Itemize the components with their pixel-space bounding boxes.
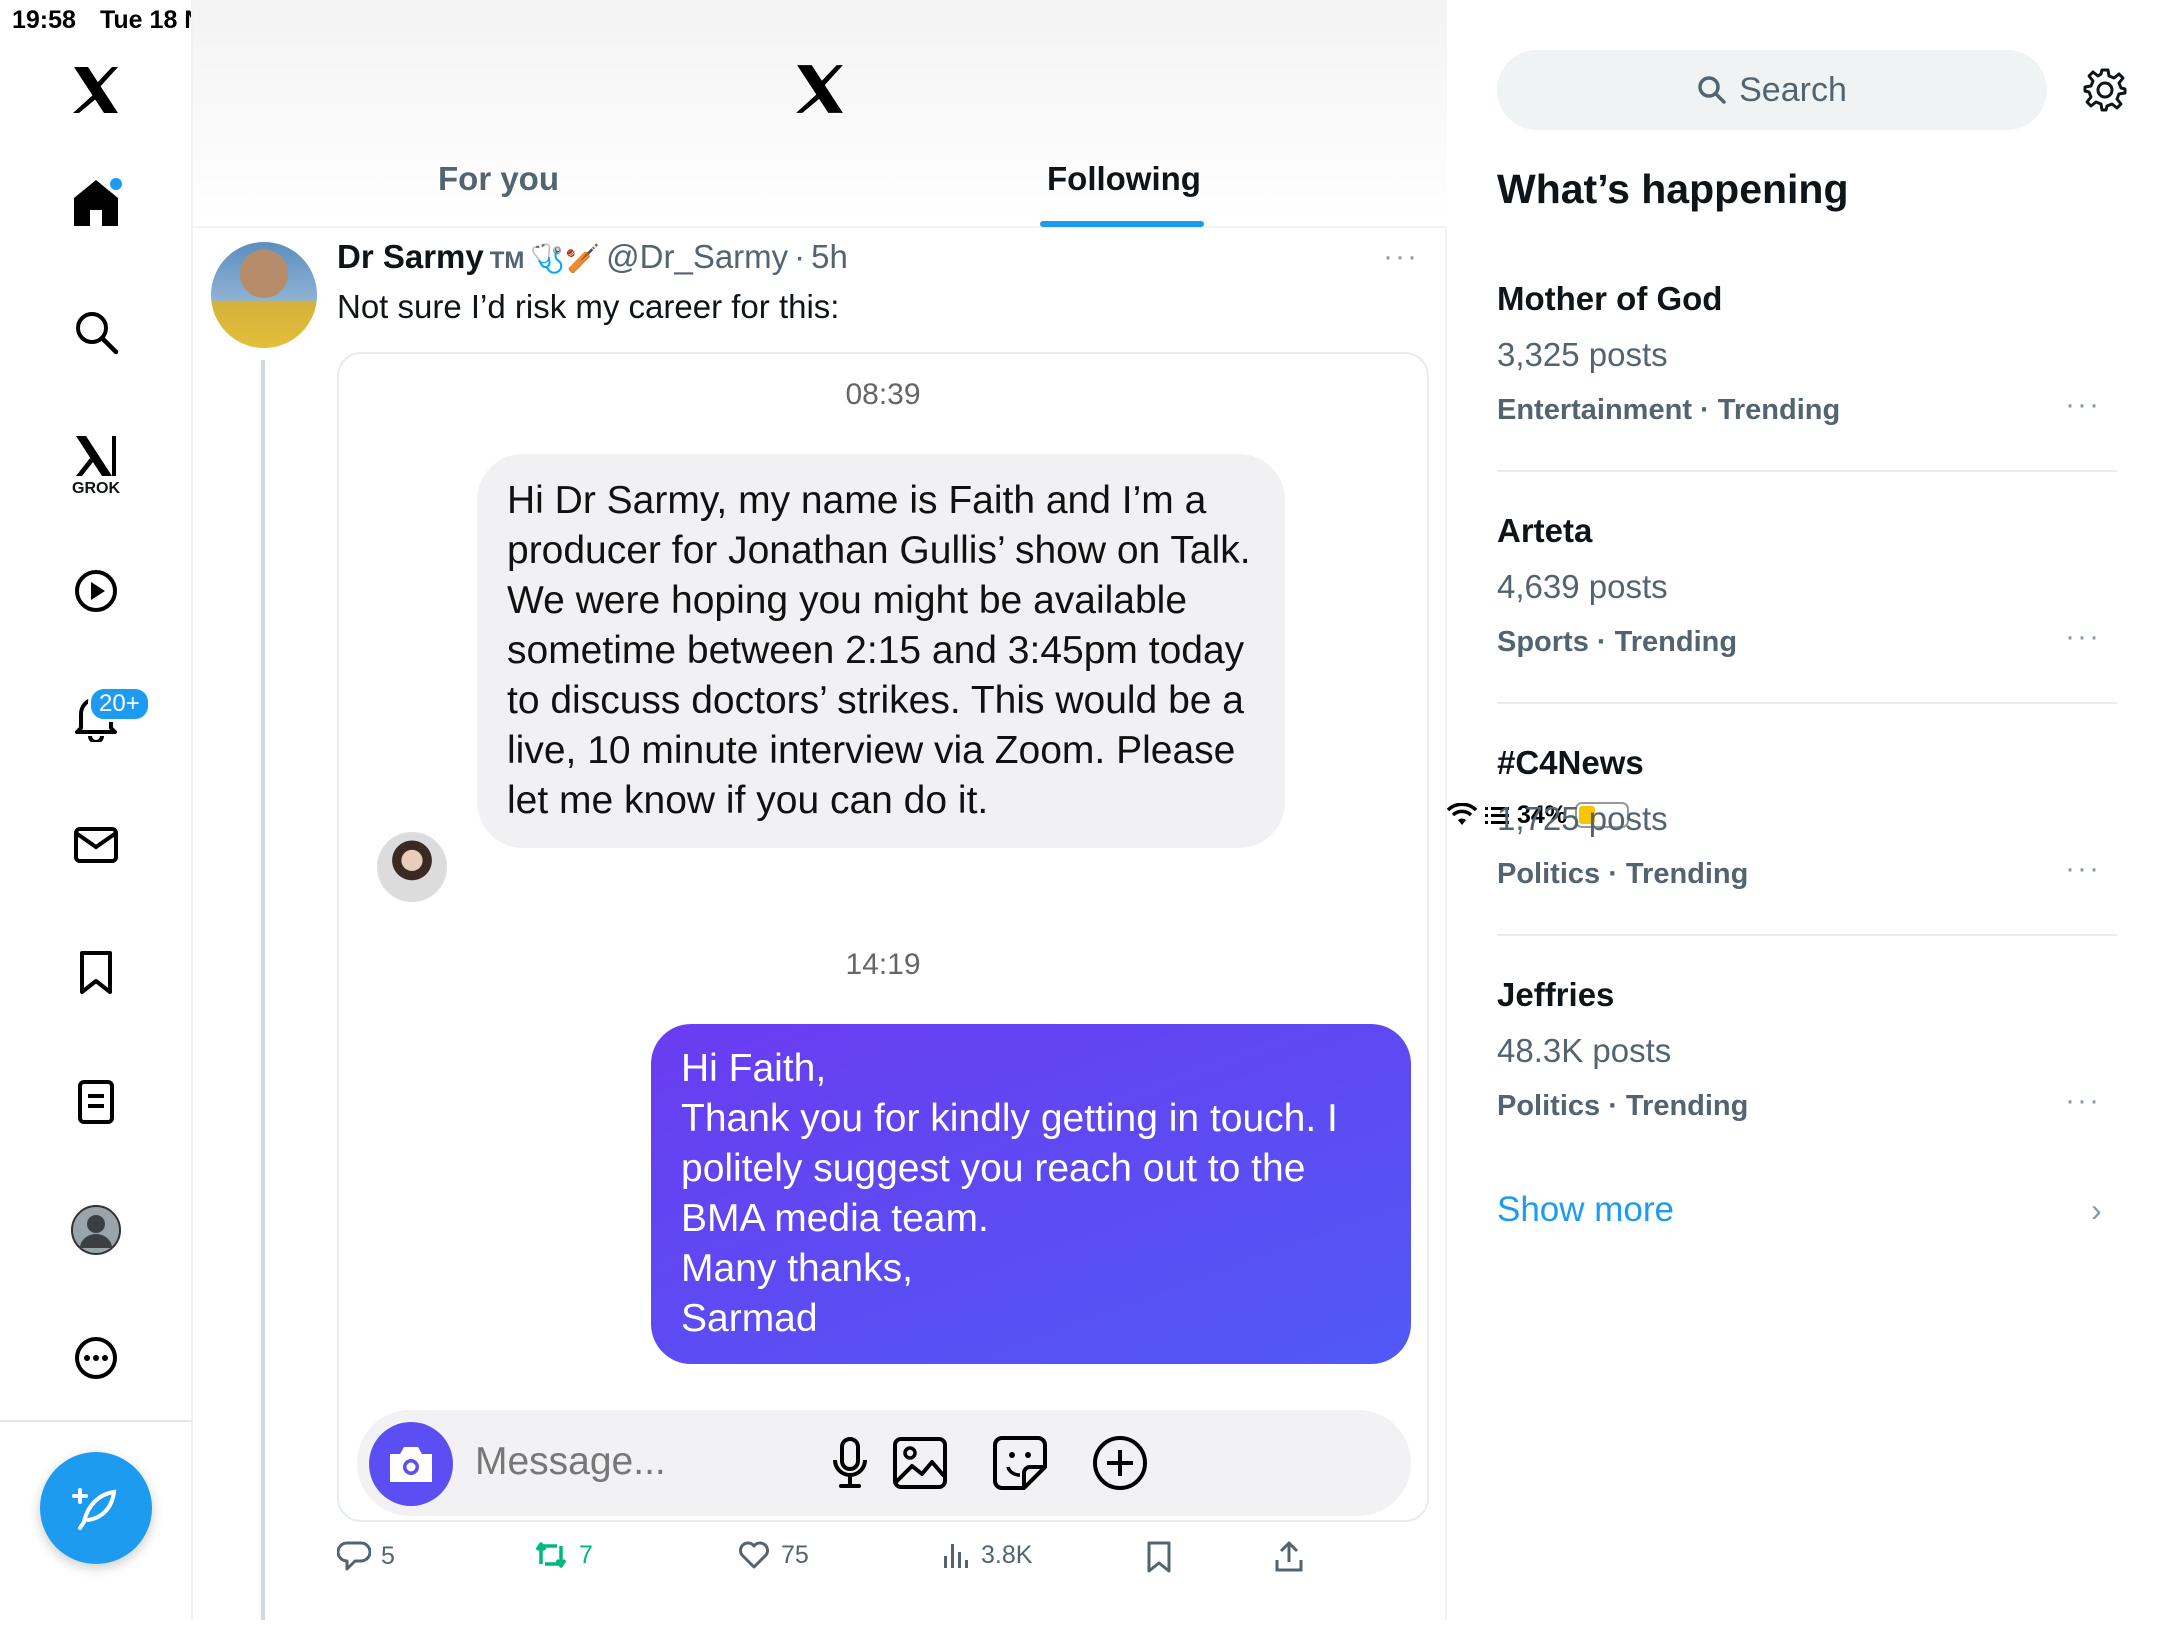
- tab-following[interactable]: Following: [1047, 160, 1201, 198]
- views-chart-icon: [944, 1544, 968, 1568]
- whats-happening-title: What’s happening: [1497, 166, 1849, 212]
- trend-more-button[interactable]: ···: [2065, 620, 2101, 654]
- outgoing-line: Thank you for kindly getting in touch. I…: [681, 1097, 1338, 1240]
- trend-item[interactable]: Mother of God 3,325 posts Entertainment …: [1497, 280, 2117, 512]
- trend-more-button[interactable]: ···: [2065, 388, 2101, 422]
- search-input[interactable]: Search: [1497, 50, 2047, 130]
- search-icon: [1698, 76, 1726, 104]
- messages-mail-icon[interactable]: [66, 815, 126, 875]
- grok-icon[interactable]: GROK: [66, 428, 126, 504]
- like-count: 75: [781, 1540, 809, 1569]
- trend-category: Politics · Trending: [1497, 1090, 1749, 1122]
- thread-line: [261, 360, 265, 1620]
- reply-button[interactable]: 5: [337, 1540, 395, 1572]
- trend-name: #C4News: [1497, 744, 1644, 781]
- trend-name: Mother of God: [1497, 280, 1723, 317]
- author-name[interactable]: Dr Sarmy: [337, 238, 484, 276]
- profile-avatar-icon[interactable]: [66, 1200, 126, 1260]
- microphone-icon: [819, 1432, 881, 1494]
- trend-name: Arteta: [1497, 512, 1593, 549]
- bookmark-button[interactable]: [1145, 1540, 1173, 1574]
- sticker-icon: [989, 1432, 1051, 1494]
- bookmarks-icon[interactable]: [66, 943, 126, 1003]
- meta-separator: ·: [794, 238, 806, 275]
- outgoing-line: Hi Faith,: [681, 1047, 827, 1090]
- bookmark-icon: [1147, 1541, 1171, 1573]
- grok-label: GROK: [72, 480, 120, 497]
- author-avatar[interactable]: [211, 242, 317, 348]
- camera-icon: [390, 1447, 432, 1482]
- author-handle[interactable]: @Dr_Sarmy: [606, 238, 788, 276]
- share-button[interactable]: [1273, 1540, 1305, 1574]
- notifications-badge: 20+: [88, 686, 151, 722]
- show-more-link[interactable]: Show more: [1497, 1190, 1674, 1230]
- gallery-image-icon: [889, 1432, 951, 1494]
- trend-more-button[interactable]: ···: [2065, 1084, 2101, 1118]
- author-tm: TM: [489, 247, 525, 274]
- x-logo-icon[interactable]: [66, 60, 126, 120]
- tweet-actions: 5 7 75 3.8K: [337, 1540, 1437, 1584]
- plus-circle-icon: [1089, 1432, 1151, 1494]
- trend-divider: [1497, 470, 2117, 472]
- trend-name: Jeffries: [1497, 976, 1615, 1013]
- trend-posts: 3,325 posts: [1497, 336, 1668, 373]
- outgoing-line: Sarmad: [681, 1297, 818, 1340]
- left-nav: GROK 20+: [0, 0, 193, 1620]
- tweet-age[interactable]: 5h: [811, 238, 848, 276]
- message-input-placeholder: Message...: [475, 1440, 666, 1483]
- tab-for-you[interactable]: For you: [438, 160, 559, 198]
- nav-divider: [0, 1420, 193, 1422]
- trend-more-button[interactable]: ···: [2065, 852, 2101, 886]
- video-play-icon[interactable]: [66, 561, 126, 621]
- home-icon[interactable]: [66, 172, 126, 232]
- camera-button: [369, 1422, 453, 1506]
- tweet-text: Not sure I’d risk my career for this:: [337, 288, 840, 325]
- tweet-image-chat-screenshot[interactable]: 08:39 Hi Dr Sarmy, my name is Faith and …: [337, 352, 1429, 1522]
- compose-post-button[interactable]: [40, 1452, 152, 1564]
- search-placeholder: Search: [1739, 70, 1847, 109]
- timeline-header: For you Following: [193, 0, 1447, 228]
- trend-category: Sports · Trending: [1497, 626, 1738, 658]
- outgoing-message-bubble: Hi Faith, Thank you for kindly getting i…: [651, 1024, 1411, 1364]
- repost-icon: [535, 1542, 567, 1568]
- author-emojis: 🩺🏏: [530, 243, 601, 274]
- trend-posts: 1,725 posts: [1497, 800, 1668, 837]
- settings-gear-icon[interactable]: [2077, 62, 2133, 118]
- incoming-message-bubble: Hi Dr Sarmy, my name is Faith and I’m a …: [477, 454, 1285, 848]
- chevron-right-icon[interactable]: ›: [2091, 1192, 2102, 1229]
- trend-divider: [1497, 934, 2117, 936]
- like-button[interactable]: 75: [737, 1540, 809, 1570]
- tweet-more-button[interactable]: ···: [1383, 240, 1419, 274]
- reply-count: 5: [381, 1541, 395, 1570]
- trend-category: Politics · Trending: [1497, 858, 1749, 890]
- right-sidebar: Search What’s happening Mother of God 3,…: [1447, 0, 2160, 1620]
- more-options-icon[interactable]: [66, 1328, 126, 1388]
- main-timeline: For you Following Dr Sarmy TM 🩺🏏 @Dr_Sar…: [193, 0, 1447, 1620]
- tweet-author-line: Dr Sarmy TM 🩺🏏 @Dr_Sarmy · 5h: [337, 238, 848, 276]
- sender-avatar: [377, 832, 447, 902]
- trend-item[interactable]: Jeffries 48.3K posts Politics · Trending…: [1497, 976, 2117, 1208]
- trend-item[interactable]: #C4News 1,725 posts Politics · Trending …: [1497, 744, 2117, 976]
- outgoing-line: Many thanks,: [681, 1247, 913, 1290]
- view-count: 3.8K: [981, 1540, 1033, 1569]
- compose-feather-icon: [72, 1488, 117, 1530]
- trend-posts: 4,639 posts: [1497, 568, 1668, 605]
- explore-search-icon[interactable]: [66, 302, 126, 362]
- repost-button[interactable]: 7: [533, 1540, 593, 1570]
- share-icon: [1275, 1541, 1303, 1572]
- repost-count: 7: [579, 1540, 593, 1569]
- views-button[interactable]: 3.8K: [941, 1540, 1032, 1570]
- chat-timestamp: 14:19: [845, 948, 921, 981]
- header-x-logo-icon[interactable]: [793, 62, 847, 121]
- active-tab-indicator: [1040, 221, 1204, 227]
- trend-posts: 48.3K posts: [1497, 1032, 1672, 1069]
- trend-item[interactable]: Arteta 4,639 posts Sports · Trending ···: [1497, 512, 2117, 744]
- chat-composer: Message...: [357, 1410, 1411, 1516]
- lists-icon[interactable]: [66, 1072, 126, 1132]
- trend-divider: [1497, 702, 2117, 704]
- heart-icon: [739, 1541, 769, 1569]
- chat-timestamp: 08:39: [845, 378, 921, 411]
- reply-icon: [337, 1541, 371, 1571]
- trend-category: Entertainment · Trending: [1497, 394, 1841, 426]
